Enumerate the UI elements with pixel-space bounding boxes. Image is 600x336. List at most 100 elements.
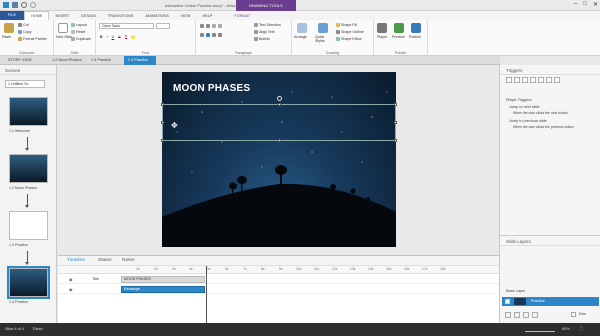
tab-practice-1-3[interactable]: 1.3 Practice [87,56,115,65]
timeline-object-bar[interactable]: Rectangle [121,286,205,293]
save-icon[interactable] [12,2,18,8]
close-button[interactable]: ✕ [593,1,598,8]
paste-button[interactable]: Paste [2,35,11,39]
publish-button[interactable]: Publish [409,35,421,39]
layer-properties-icon[interactable] [532,312,538,318]
minimize-button[interactable]: – [574,1,577,8]
move-up-icon[interactable] [546,77,552,83]
paste-icon[interactable] [4,23,14,33]
layer-row[interactable]: Practice [502,297,599,306]
trigger-next[interactable]: Jump to next slide [509,105,540,109]
bold-button[interactable]: B [100,35,103,39]
tab-states[interactable]: States [98,258,112,263]
resize-handle[interactable] [161,121,164,124]
layout-button[interactable]: Layout [71,23,87,27]
increase-indent-icon[interactable] [218,24,222,28]
scene-selector[interactable]: 1 Untitled Sc [5,80,45,88]
font-name-combo[interactable]: Open Sans [99,23,154,29]
copy-trigger-icon[interactable] [522,77,528,83]
slide-thumbnail-3[interactable] [9,211,48,240]
slide-thumbnail-1[interactable] [9,97,48,126]
quick-styles-icon[interactable] [318,23,328,33]
underline-button[interactable]: U [112,35,115,39]
preview-button[interactable]: Preview [392,35,405,39]
player-button[interactable]: Player [377,35,387,39]
highlight-icon[interactable] [131,34,136,39]
duplicate-button[interactable]: Duplicate [71,37,91,41]
undo-icon[interactable] [21,2,27,8]
copy-button[interactable]: Copy [18,30,31,34]
paste-trigger-icon[interactable] [530,77,536,83]
fit-to-window-icon[interactable]: ⛶ [580,327,583,331]
tab-animations[interactable]: ANIMATIONS [139,14,174,18]
numbering-icon[interactable] [206,24,210,28]
tab-help[interactable]: HELP [196,14,218,18]
font-color-button[interactable]: A [124,34,128,39]
strikethrough-button[interactable]: S [118,35,120,39]
eye-icon[interactable]: ◉ [69,277,73,282]
reset-button[interactable]: Reset [71,30,85,34]
quick-styles-button[interactable]: Quick Styles [315,35,333,43]
new-layer-icon[interactable] [505,312,511,318]
tab-format[interactable]: FORMAT [228,14,256,18]
preview-icon[interactable] [394,23,404,33]
timeline-object-bar[interactable]: MOON PHASES [121,276,205,283]
bullets-button[interactable]: Bullets [254,37,270,41]
tab-moon-phases[interactable]: 1.2 Moon Phases [48,56,86,65]
timeline-playhead[interactable] [206,266,207,324]
text-direction-button[interactable]: Text Direction [254,23,281,27]
resize-handle[interactable] [278,139,281,142]
font-size-combo[interactable] [156,23,170,29]
align-center-icon[interactable] [206,33,210,37]
justify-icon[interactable] [218,33,222,37]
tab-story-view[interactable]: STORY VIEW [4,56,36,65]
align-right-icon[interactable] [212,33,216,37]
maximize-button[interactable]: □ [583,1,587,8]
decrease-indent-icon[interactable] [212,24,216,28]
align-left-icon[interactable] [200,33,204,37]
edit-trigger-icon[interactable] [514,77,520,83]
resize-handle[interactable] [278,103,281,106]
italic-button[interactable]: I [107,35,108,39]
timeline-row[interactable]: ◉ Rectangle [58,285,499,294]
tab-practice-2-4[interactable]: 2.4 Practice [124,56,156,65]
eye-icon[interactable]: ◉ [69,287,73,292]
selected-rectangle[interactable] [161,96,397,142]
resize-handle[interactable] [161,103,164,106]
slide-thumbnail-4[interactable] [7,266,50,299]
align-text-button[interactable]: Align Text [254,30,275,34]
new-trigger-icon[interactable] [506,77,512,83]
resize-handle[interactable] [394,103,397,106]
zoom-level[interactable]: 60% [562,327,570,331]
duplicate-layer-icon[interactable] [514,312,520,318]
dim-checkbox-icon[interactable] [571,312,576,317]
tab-design[interactable]: DESIGN [75,14,102,18]
tab-transitions[interactable]: TRANSITIONS [102,14,140,18]
timeline-ruler[interactable]: 1s 2s 3s 4s 5s 6s 7s 8s 9s 10s 11s 12s 1… [58,266,499,274]
tab-file[interactable]: FILE [0,11,25,20]
tab-notes[interactable]: Notes [122,258,135,263]
resize-handle[interactable] [161,139,164,142]
cut-button[interactable]: Cut [18,23,29,27]
shape-outline-button[interactable]: Shape Outline [336,30,364,34]
resize-handle[interactable] [394,139,397,142]
shape-fill-button[interactable]: Shape Fill [336,23,357,27]
delete-trigger-icon[interactable] [538,77,544,83]
tab-view[interactable]: VIEW [175,14,197,18]
trigger-prev[interactable]: Jump to previous slide [509,119,547,123]
player-icon[interactable] [377,23,387,33]
timeline-row[interactable]: ◉ Title MOON PHASES [58,275,499,284]
bullets-icon[interactable] [200,24,204,28]
move-down-icon[interactable] [554,77,560,83]
redo-icon[interactable] [30,2,36,8]
tab-insert[interactable]: INSERT [49,14,75,18]
arrange-button[interactable]: Arrange [294,35,307,39]
checkbox-icon[interactable] [505,299,510,304]
resize-handle[interactable] [394,121,397,124]
new-slide-icon[interactable] [58,23,68,33]
format-painter-button[interactable]: Format Painter [18,37,47,41]
new-slide-button[interactable]: New Slide [56,35,72,39]
tab-timeline[interactable]: Timeline [67,258,85,263]
tab-home[interactable]: HOME [24,11,50,20]
arrange-icon[interactable] [297,23,307,33]
